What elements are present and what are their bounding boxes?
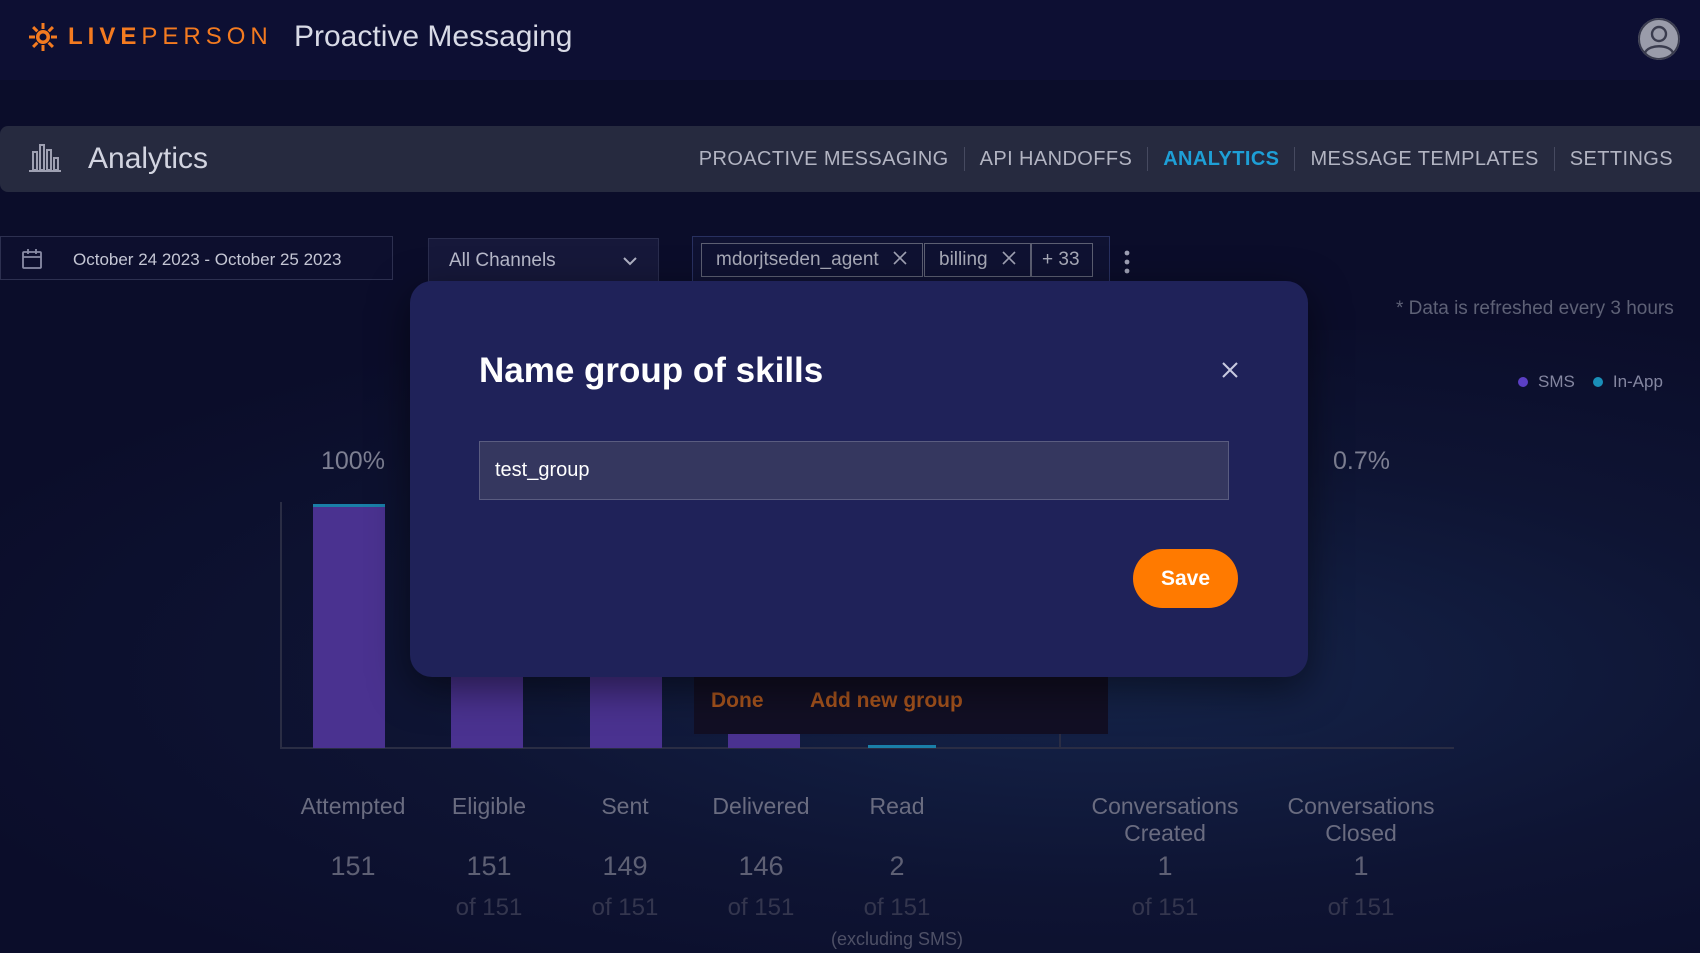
group-name-input[interactable] (479, 441, 1229, 500)
legend-item-sms: SMS (1518, 372, 1575, 392)
skill-chip-label: mdorjtseden_agent (716, 249, 879, 270)
value-read: 2 (889, 851, 905, 881)
channel-select-value: All Channels (449, 250, 556, 271)
label-conversations-created: Conversations Created (1091, 793, 1239, 846)
logo-text: LIVEPERSON (68, 23, 273, 51)
user-avatar-icon[interactable] (1638, 18, 1680, 60)
skill-chip[interactable]: mdorjtseden_agent (701, 243, 923, 277)
chart-legend: SMS In-App (1500, 372, 1663, 392)
of-conversations-closed: of 151 (1327, 894, 1395, 921)
done-button[interactable]: Done (711, 689, 764, 713)
tab-proactive-messaging[interactable]: PROACTIVE MESSAGING (684, 147, 964, 171)
more-skills-chip[interactable]: + 33 (1031, 243, 1093, 277)
tab-api-handoffs[interactable]: API HANDOFFS (963, 147, 1148, 171)
top-bar: LIVEPERSON Proactive Messaging (0, 0, 1700, 80)
legend-dot (1518, 377, 1528, 387)
close-icon[interactable] (1002, 249, 1016, 271)
tab-message-templates[interactable]: MESSAGE TEMPLATES (1294, 147, 1553, 171)
close-icon[interactable] (1219, 359, 1241, 381)
of-conversations-created: of 151 (1131, 894, 1199, 921)
legend-label: SMS (1538, 372, 1575, 391)
attempted-percentage: 100% (321, 447, 385, 475)
of-read: of 151 (863, 894, 931, 921)
section-nav-bar: Analytics PROACTIVE MESSAGING API HANDOF… (0, 126, 1700, 192)
chevron-down-icon (622, 253, 638, 271)
bar-attempted (313, 506, 385, 748)
tab-settings[interactable]: SETTINGS (1553, 147, 1688, 171)
skill-chip[interactable]: billing (924, 243, 1031, 277)
label-read: Read (869, 793, 925, 819)
bar-read (868, 745, 936, 748)
skills-filter[interactable]: mdorjtseden_agent billing + 33 (692, 236, 1110, 282)
nav-tabs: PROACTIVE MESSAGING API HANDOFFS ANALYTI… (684, 126, 1688, 192)
close-icon[interactable] (893, 249, 907, 271)
save-button[interactable]: Save (1133, 549, 1238, 608)
value-conversations-created: 1 (1157, 851, 1173, 881)
add-new-group-button[interactable]: Add new group (810, 689, 963, 713)
section-title: Analytics (88, 142, 209, 175)
closed-percentage: 0.7% (1333, 447, 1390, 475)
refresh-note: * Data is refreshed every 3 hours (1396, 298, 1674, 319)
label-conversations-closed: Conversations Closed (1287, 793, 1435, 846)
sun-logo-icon (29, 23, 57, 51)
more-options-icon[interactable] (1124, 250, 1130, 279)
date-range-picker[interactable]: October 24 2023 - October 25 2023 (0, 236, 393, 280)
name-group-modal: Name group of skills Save (410, 281, 1308, 677)
bar-delivered (728, 734, 800, 748)
bar-chart-icon (28, 142, 62, 177)
app-title: Proactive Messaging (294, 20, 573, 53)
skill-chip-label: billing (939, 249, 988, 270)
tab-analytics[interactable]: ANALYTICS (1147, 147, 1294, 171)
bar-attempted-inapp (313, 504, 385, 507)
value-conversations-closed: 1 (1353, 851, 1369, 881)
channel-select[interactable]: All Channels (428, 238, 659, 282)
legend-label: In-App (1612, 372, 1663, 391)
liveperson-logo: LIVEPERSON (28, 22, 273, 52)
logo-text-bold: LIVE (68, 23, 142, 50)
calendar-icon (21, 248, 43, 275)
date-range-text: October 24 2023 - October 25 2023 (73, 250, 342, 269)
modal-title: Name group of skills (479, 351, 824, 390)
person-icon (1638, 18, 1680, 60)
chart-axis-left (280, 502, 282, 748)
legend-item-in-app: In-App (1592, 372, 1663, 392)
legend-dot (1592, 377, 1603, 387)
logo-text-light: PERSON (141, 23, 273, 50)
read-note: (excluding SMS) (830, 929, 964, 949)
